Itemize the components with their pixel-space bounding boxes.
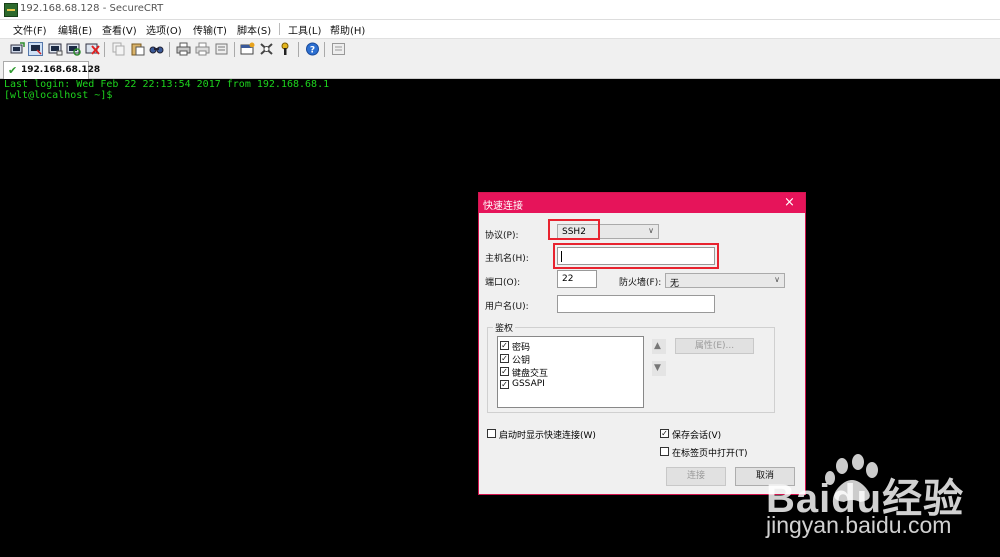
menu-tools[interactable]: 工具(L): [288, 22, 321, 37]
menu-script[interactable]: 脚本(S): [237, 22, 271, 37]
auth-item-label: 公钥: [512, 356, 531, 366]
firewall-label: 防火墙(F):: [619, 278, 662, 288]
highlight-box-hostname: [553, 243, 719, 269]
toolbar-separator: [169, 42, 170, 57]
menu-options[interactable]: 选项(O): [146, 22, 182, 37]
toolbar-separator: [324, 42, 325, 57]
auth-item-label: 键盘交互: [512, 369, 549, 379]
port-input[interactable]: 22: [557, 270, 597, 288]
highlight-box-protocol: [548, 219, 600, 240]
menu-separator: [279, 23, 280, 35]
paste-icon[interactable]: [130, 42, 145, 56]
auth-group-label: 鉴权: [493, 321, 516, 334]
dialog-title: 快速连接: [483, 201, 523, 212]
toolbar-separator: [298, 42, 299, 57]
terminal-prompt: [wlt@localhost ~]$: [4, 90, 113, 101]
print-setup-icon[interactable]: [214, 42, 229, 56]
port-value: 22: [562, 274, 574, 284]
print-selection-icon[interactable]: [195, 42, 210, 56]
show-on-startup-option[interactable]: 启动时显示快速连接(W): [487, 428, 647, 441]
arrow-down-icon: ▼: [654, 363, 661, 373]
connect-in-tab-icon[interactable]: [48, 42, 63, 56]
move-up-button[interactable]: ▲: [652, 339, 666, 354]
baidu-jingyan-watermark: Baidu经验 jingyan.baidu.com: [760, 452, 1000, 552]
open-in-tab-checkbox[interactable]: [660, 447, 669, 456]
toolbar: ?: [0, 38, 1000, 61]
window-title-bar: 192.168.68.128 - SecureCRT: [0, 0, 1000, 20]
auth-method-list[interactable]: ✓ 密码 ✓ 公钥 ✓ 键盘交互 ✓ GSSAPI: [497, 336, 644, 408]
username-label: 用户名(U):: [485, 302, 529, 312]
terminal-line: Last login: Wed Feb 22 22:13:54 2017 fro…: [4, 79, 330, 90]
reconnect-icon[interactable]: [66, 42, 81, 56]
connect-icon[interactable]: [10, 42, 25, 56]
auth-keyboard-checkbox[interactable]: ✓: [500, 367, 509, 376]
firewall-select[interactable]: 无 ∨: [665, 273, 785, 289]
copy-icon[interactable]: [111, 42, 126, 56]
auth-password-checkbox[interactable]: ✓: [500, 341, 509, 350]
session-tab[interactable]: ✔ 192.168.68.128: [3, 61, 100, 79]
protocol-label: 协议(P):: [485, 231, 519, 241]
menu-transfer[interactable]: 传输(T): [193, 22, 227, 37]
svg-text:?: ?: [310, 46, 315, 56]
hostname-label: 主机名(H):: [485, 254, 529, 264]
show-on-startup-checkbox[interactable]: [487, 429, 496, 438]
session-tab-label: 192.168.68.128: [21, 65, 101, 75]
open-in-tab-label: 在标签页中打开(T): [672, 449, 748, 459]
port-label: 端口(O):: [485, 278, 521, 288]
connect-button[interactable]: 连接: [666, 467, 726, 486]
save-session-option[interactable]: ✓ 保存会话(V): [660, 428, 770, 441]
chevron-down-icon: ∨: [648, 226, 654, 235]
chevron-down-icon: ∨: [774, 275, 780, 284]
print-icon[interactable]: [176, 42, 191, 56]
watermark-url: jingyan.baidu.com: [766, 512, 952, 538]
session-tab-strip: ✔ 192.168.68.128: [0, 60, 1000, 79]
global-options-icon[interactable]: [259, 42, 274, 56]
quick-connect-icon[interactable]: [28, 42, 43, 56]
menu-bar: 文件(F) 编辑(E) 查看(V) 选项(O) 传输(T) 脚本(S) 工具(L…: [0, 20, 1000, 38]
help-icon[interactable]: ?: [305, 42, 320, 56]
find-icon[interactable]: [149, 42, 164, 56]
properties-button[interactable]: 属性(E)...: [675, 338, 754, 354]
quick-connect-dialog: 快速连接 × 协议(P): SSH2 ∨ 主机名(H): 端口(O): 22 防…: [478, 192, 806, 495]
securecrt-app-icon[interactable]: [4, 3, 18, 17]
sftp-icon[interactable]: [331, 42, 346, 56]
auth-publickey-checkbox[interactable]: ✓: [500, 354, 509, 363]
menu-view[interactable]: 查看(V): [102, 22, 137, 37]
close-icon[interactable]: ×: [784, 195, 795, 210]
auth-gssapi-checkbox[interactable]: ✓: [500, 380, 509, 389]
menu-help[interactable]: 帮助(H): [330, 22, 365, 37]
dialog-title-bar: 快速连接 ×: [479, 193, 805, 213]
auth-item-label: GSSAPI: [512, 379, 545, 389]
session-options-icon[interactable]: [240, 42, 255, 56]
show-on-startup-label: 启动时显示快速连接(W): [499, 431, 596, 441]
disconnect-icon[interactable]: [85, 42, 100, 56]
move-down-button[interactable]: ▼: [652, 361, 666, 376]
toolbar-separator: [104, 42, 105, 57]
menu-edit[interactable]: 编辑(E): [58, 22, 92, 37]
auth-item-label: 密码: [512, 343, 531, 353]
save-session-label: 保存会话(V): [672, 431, 722, 441]
username-input[interactable]: [557, 295, 715, 313]
menu-file[interactable]: 文件(F): [13, 22, 47, 37]
window-title: 192.168.68.128 - SecureCRT: [20, 3, 164, 14]
toolbar-separator: [234, 42, 235, 57]
save-session-checkbox[interactable]: ✓: [660, 429, 669, 438]
firewall-value: 无: [670, 279, 680, 289]
arrow-up-icon: ▲: [654, 341, 661, 351]
connected-check-icon: ✔: [8, 64, 18, 77]
key-map-icon[interactable]: [278, 42, 293, 56]
